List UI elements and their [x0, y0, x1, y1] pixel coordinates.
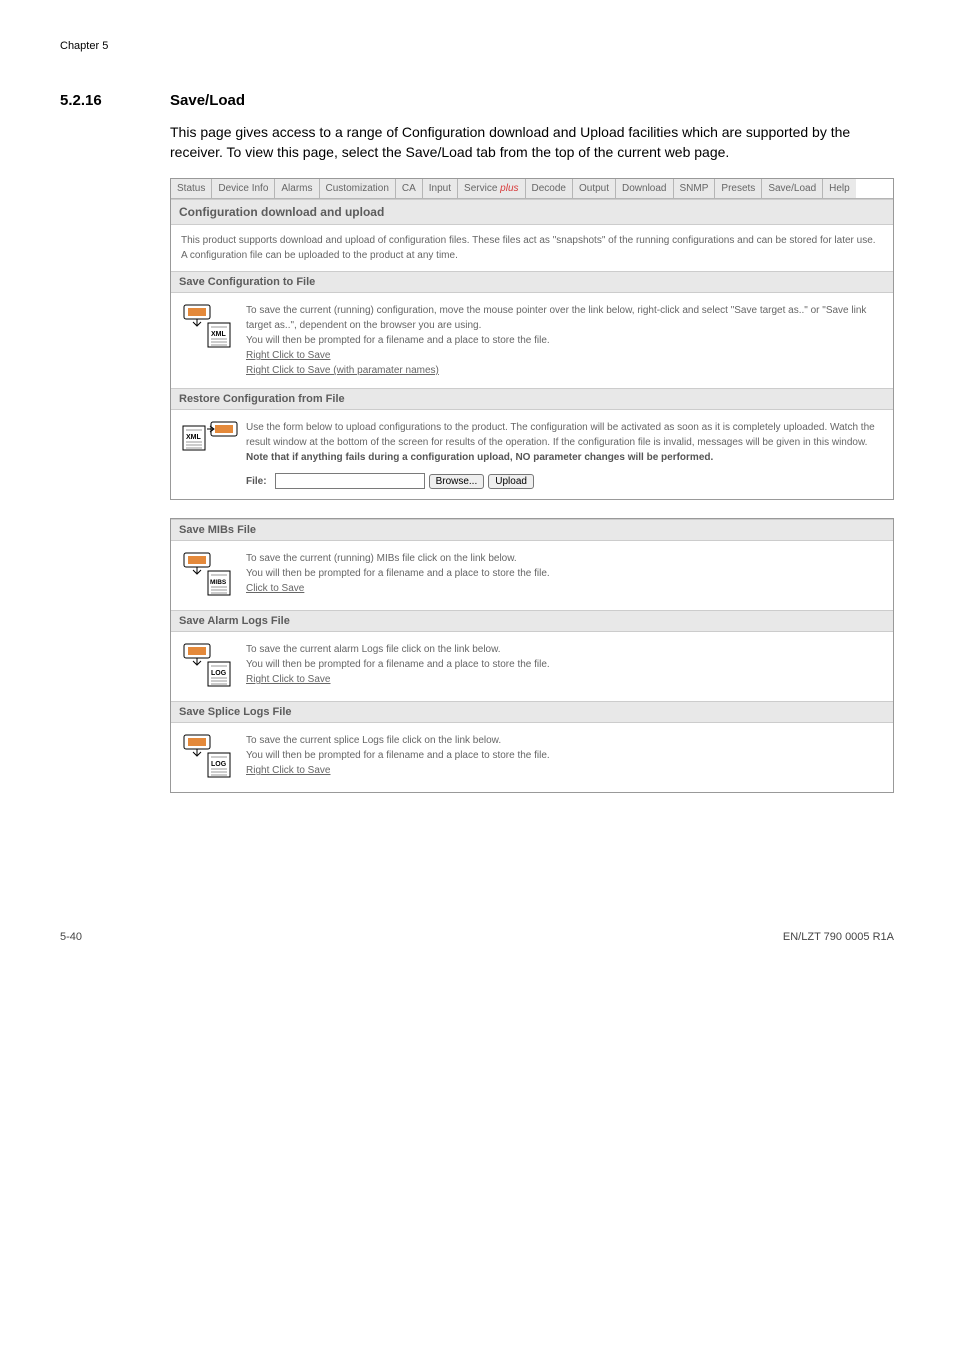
plus-label: plus: [500, 183, 518, 194]
alarm-log-download-icon: LOG: [181, 642, 236, 691]
section-heading: 5.2.16 Save/Load: [60, 92, 894, 109]
svg-text:MIBS: MIBS: [210, 579, 227, 586]
alarm-line1: To save the current alarm Logs file clic…: [246, 642, 883, 657]
mibs-line1: To save the current (running) MIBs file …: [246, 551, 883, 566]
tab-status[interactable]: Status: [171, 179, 212, 198]
tab-decode[interactable]: Decode: [526, 179, 573, 198]
file-input[interactable]: [275, 473, 425, 489]
splice-title: Save Splice Logs File: [171, 701, 893, 723]
heading-number: 5.2.16: [60, 92, 170, 109]
heading-title: Save/Load: [170, 92, 245, 109]
tab-presets[interactable]: Presets: [715, 179, 762, 198]
svg-text:XML: XML: [186, 434, 202, 441]
splice-line1: To save the current splice Logs file cli…: [246, 733, 883, 748]
chapter-label: Chapter 5: [60, 40, 894, 52]
tab-ca[interactable]: CA: [396, 179, 423, 198]
alarm-link[interactable]: Right Click to Save: [246, 674, 330, 685]
mibs-download-icon: MIBS: [181, 551, 236, 600]
restore-config-title: Restore Configuration from File: [171, 388, 893, 410]
tab-alarms[interactable]: Alarms: [275, 179, 319, 198]
tab-customization[interactable]: Customization: [320, 179, 396, 198]
save-link2[interactable]: Right Click to Save (with paramater name…: [246, 365, 439, 376]
tab-download[interactable]: Download: [616, 179, 673, 198]
alarm-line2: You will then be prompted for a filename…: [246, 657, 883, 672]
xml-upload-icon: XML: [181, 420, 236, 459]
save-line1: To save the current (running) configurat…: [246, 303, 883, 333]
upload-button[interactable]: Upload: [488, 474, 534, 489]
browse-button[interactable]: Browse...: [429, 474, 485, 489]
splice-link[interactable]: Right Click to Save: [246, 765, 330, 776]
tab-help[interactable]: Help: [823, 179, 856, 198]
tab-service-label: Service: [464, 183, 500, 194]
tab-snmp[interactable]: SNMP: [674, 179, 716, 198]
tab-input[interactable]: Input: [423, 179, 458, 198]
save-link1[interactable]: Right Click to Save: [246, 350, 330, 361]
alarm-title: Save Alarm Logs File: [171, 610, 893, 632]
restore-bold: Note that if anything fails during a con…: [246, 450, 883, 465]
svg-text:LOG: LOG: [211, 761, 227, 768]
footer-page-number: 5-40: [60, 931, 82, 943]
save-config-title: Save Configuration to File: [171, 271, 893, 293]
config-intro: This product supports download and uploa…: [171, 225, 893, 271]
tab-row: Status Device Info Alarms Customization …: [171, 179, 893, 199]
footer-doc-id: EN/LZT 790 0005 R1A: [783, 931, 894, 943]
intro-paragraph: This page gives access to a range of Con…: [170, 123, 894, 162]
mibs-title: Save MIBs File: [171, 519, 893, 541]
tab-output[interactable]: Output: [573, 179, 616, 198]
file-label: File:: [246, 474, 267, 489]
config-panel: Status Device Info Alarms Customization …: [170, 178, 894, 500]
tab-save-load[interactable]: Save/Load: [762, 179, 823, 198]
tab-service-plus[interactable]: Service plus: [458, 179, 525, 198]
svg-text:XML: XML: [211, 331, 227, 338]
tab-device-info[interactable]: Device Info: [212, 179, 275, 198]
splice-log-download-icon: LOG: [181, 733, 236, 782]
files-panel: Save MIBs File MIBS To save the current: [170, 518, 894, 793]
mibs-link[interactable]: Click to Save: [246, 583, 304, 594]
svg-text:LOG: LOG: [211, 670, 227, 677]
config-title: Configuration download and upload: [171, 199, 893, 225]
splice-line2: You will then be prompted for a filename…: [246, 748, 883, 763]
xml-download-icon: XML: [181, 303, 236, 352]
save-line2: You will then be prompted for a filename…: [246, 333, 883, 348]
mibs-line2: You will then be prompted for a filename…: [246, 566, 883, 581]
restore-line1: Use the form below to upload configurati…: [246, 420, 883, 450]
